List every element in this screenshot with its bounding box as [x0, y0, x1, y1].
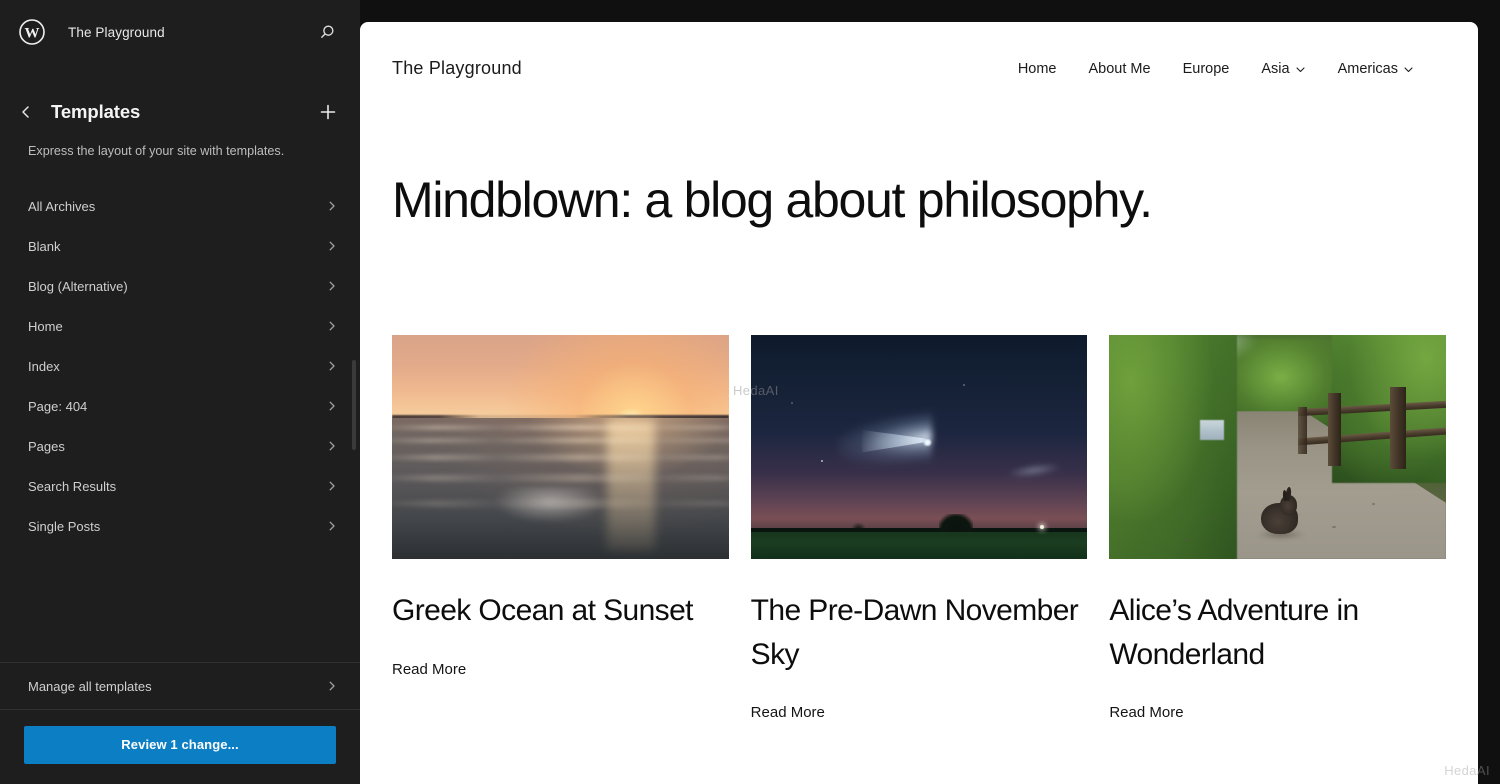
- site-preview-canvas[interactable]: The Playground Home About Me Europe Asia: [360, 22, 1478, 784]
- template-label: Pages: [28, 438, 65, 454]
- ocean-sunset-image[interactable]: [392, 335, 729, 559]
- post-title[interactable]: The Pre-Dawn November Sky: [751, 589, 1088, 676]
- editor-sidebar: W The Playground Templates Express the l…: [0, 0, 360, 784]
- hero-heading[interactable]: Mindblown: a blog about philosophy.: [392, 173, 1446, 227]
- chevron-down-icon: [1403, 64, 1414, 75]
- chevron-right-icon: [326, 320, 340, 332]
- read-more-link[interactable]: Read More: [392, 661, 466, 678]
- template-label: All Archives: [28, 198, 96, 214]
- nav-item-asia[interactable]: Asia: [1261, 61, 1305, 77]
- site-header: The Playground Home About Me Europe Asia: [360, 22, 1478, 79]
- post-title[interactable]: Alice’s Adventure in Wonderland: [1109, 589, 1446, 676]
- woodland-path-rabbit-image[interactable]: [1109, 335, 1447, 559]
- nav-label: Home: [1017, 60, 1057, 77]
- manage-all-templates-link[interactable]: Manage all templates: [0, 663, 360, 709]
- site-navigation: Home About Me Europe Asia Americas: [1018, 61, 1414, 77]
- nav-label: Americas: [1337, 60, 1398, 77]
- svg-text:W: W: [25, 25, 40, 41]
- search-icon[interactable]: [312, 17, 342, 47]
- pre-dawn-sky-image[interactable]: [750, 335, 1088, 559]
- editor-canvas-area: The Playground Home About Me Europe Asia: [360, 0, 1500, 784]
- nav-item-europe[interactable]: Europe: [1183, 61, 1230, 77]
- template-label: Page: 404: [28, 398, 88, 414]
- post-card: The Pre-Dawn November Sky Read More: [750, 335, 1088, 722]
- template-label: Blank: [28, 238, 61, 254]
- nav-item-americas[interactable]: Americas: [1338, 61, 1414, 77]
- nav-label: About Me: [1088, 60, 1151, 77]
- post-card: Alice’s Adventure in Wonderland Read Mor…: [1109, 335, 1447, 722]
- post-grid: Greek Ocean at Sunset Read More The Pre-…: [360, 227, 1478, 722]
- read-more-link[interactable]: Read More: [1109, 704, 1183, 721]
- chevron-right-icon: [326, 400, 340, 412]
- chevron-right-icon: [326, 200, 340, 212]
- template-label: Index: [28, 358, 60, 374]
- review-changes-button[interactable]: Review 1 change...: [24, 726, 336, 764]
- sidebar-item-home[interactable]: Home: [0, 306, 360, 346]
- template-label: Blog (Alternative): [28, 278, 128, 294]
- chevron-right-icon: [326, 520, 340, 532]
- nav-item-home[interactable]: Home: [1018, 61, 1057, 77]
- post-title[interactable]: Greek Ocean at Sunset: [392, 589, 729, 633]
- template-label: Search Results: [28, 478, 117, 494]
- sidebar-item-blog-alternative[interactable]: Blog (Alternative): [0, 266, 360, 306]
- sidebar-item-all-archives[interactable]: All Archives: [0, 186, 360, 226]
- chevron-down-icon: [1295, 64, 1306, 75]
- sidebar-item-search-results[interactable]: Search Results: [0, 466, 360, 506]
- page-title: Templates: [51, 101, 141, 122]
- nav-label: Europe: [1182, 60, 1230, 77]
- nav-label: Asia: [1261, 60, 1290, 77]
- chevron-right-icon: [326, 680, 340, 692]
- chevron-right-icon: [326, 360, 340, 372]
- template-label: Home: [28, 318, 63, 334]
- sidebar-item-pages[interactable]: Pages: [0, 426, 360, 466]
- chevron-right-icon: [326, 240, 340, 252]
- site-name-label: The Playground: [68, 24, 165, 40]
- sidebar-item-page-404[interactable]: Page: 404: [0, 386, 360, 426]
- preview-site-title[interactable]: The Playground: [392, 58, 1018, 79]
- chevron-right-icon: [326, 480, 340, 492]
- site-editor-window: W The Playground Templates Express the l…: [0, 0, 1500, 784]
- read-more-link[interactable]: Read More: [751, 704, 825, 721]
- sidebar-scrollbar[interactable]: [352, 360, 356, 450]
- sidebar-item-index[interactable]: Index: [0, 346, 360, 386]
- chevron-right-icon: [326, 440, 340, 452]
- chevron-right-icon: [326, 280, 340, 292]
- template-label: Single Posts: [28, 518, 101, 534]
- sidebar-item-single-posts[interactable]: Single Posts: [0, 506, 360, 546]
- hero-section: Mindblown: a blog about philosophy.: [360, 79, 1478, 227]
- wordpress-logo-icon[interactable]: W: [16, 16, 48, 48]
- panel-header: Templates: [0, 64, 360, 126]
- panel-description: Express the layout of your site with tem…: [28, 144, 285, 158]
- sidebar-item-blank[interactable]: Blank: [0, 226, 360, 266]
- save-area: Review 1 change...: [0, 709, 360, 784]
- sidebar-top-bar: W The Playground: [0, 0, 360, 64]
- template-list: All Archives Blank Blog (Alternative) Ho…: [0, 186, 360, 652]
- chevron-left-icon[interactable]: [13, 99, 39, 125]
- plus-icon[interactable]: [314, 98, 342, 126]
- nav-item-about-me[interactable]: About Me: [1089, 61, 1151, 77]
- manage-all-templates-label: Manage all templates: [28, 678, 152, 694]
- post-card: Greek Ocean at Sunset Read More: [392, 335, 729, 722]
